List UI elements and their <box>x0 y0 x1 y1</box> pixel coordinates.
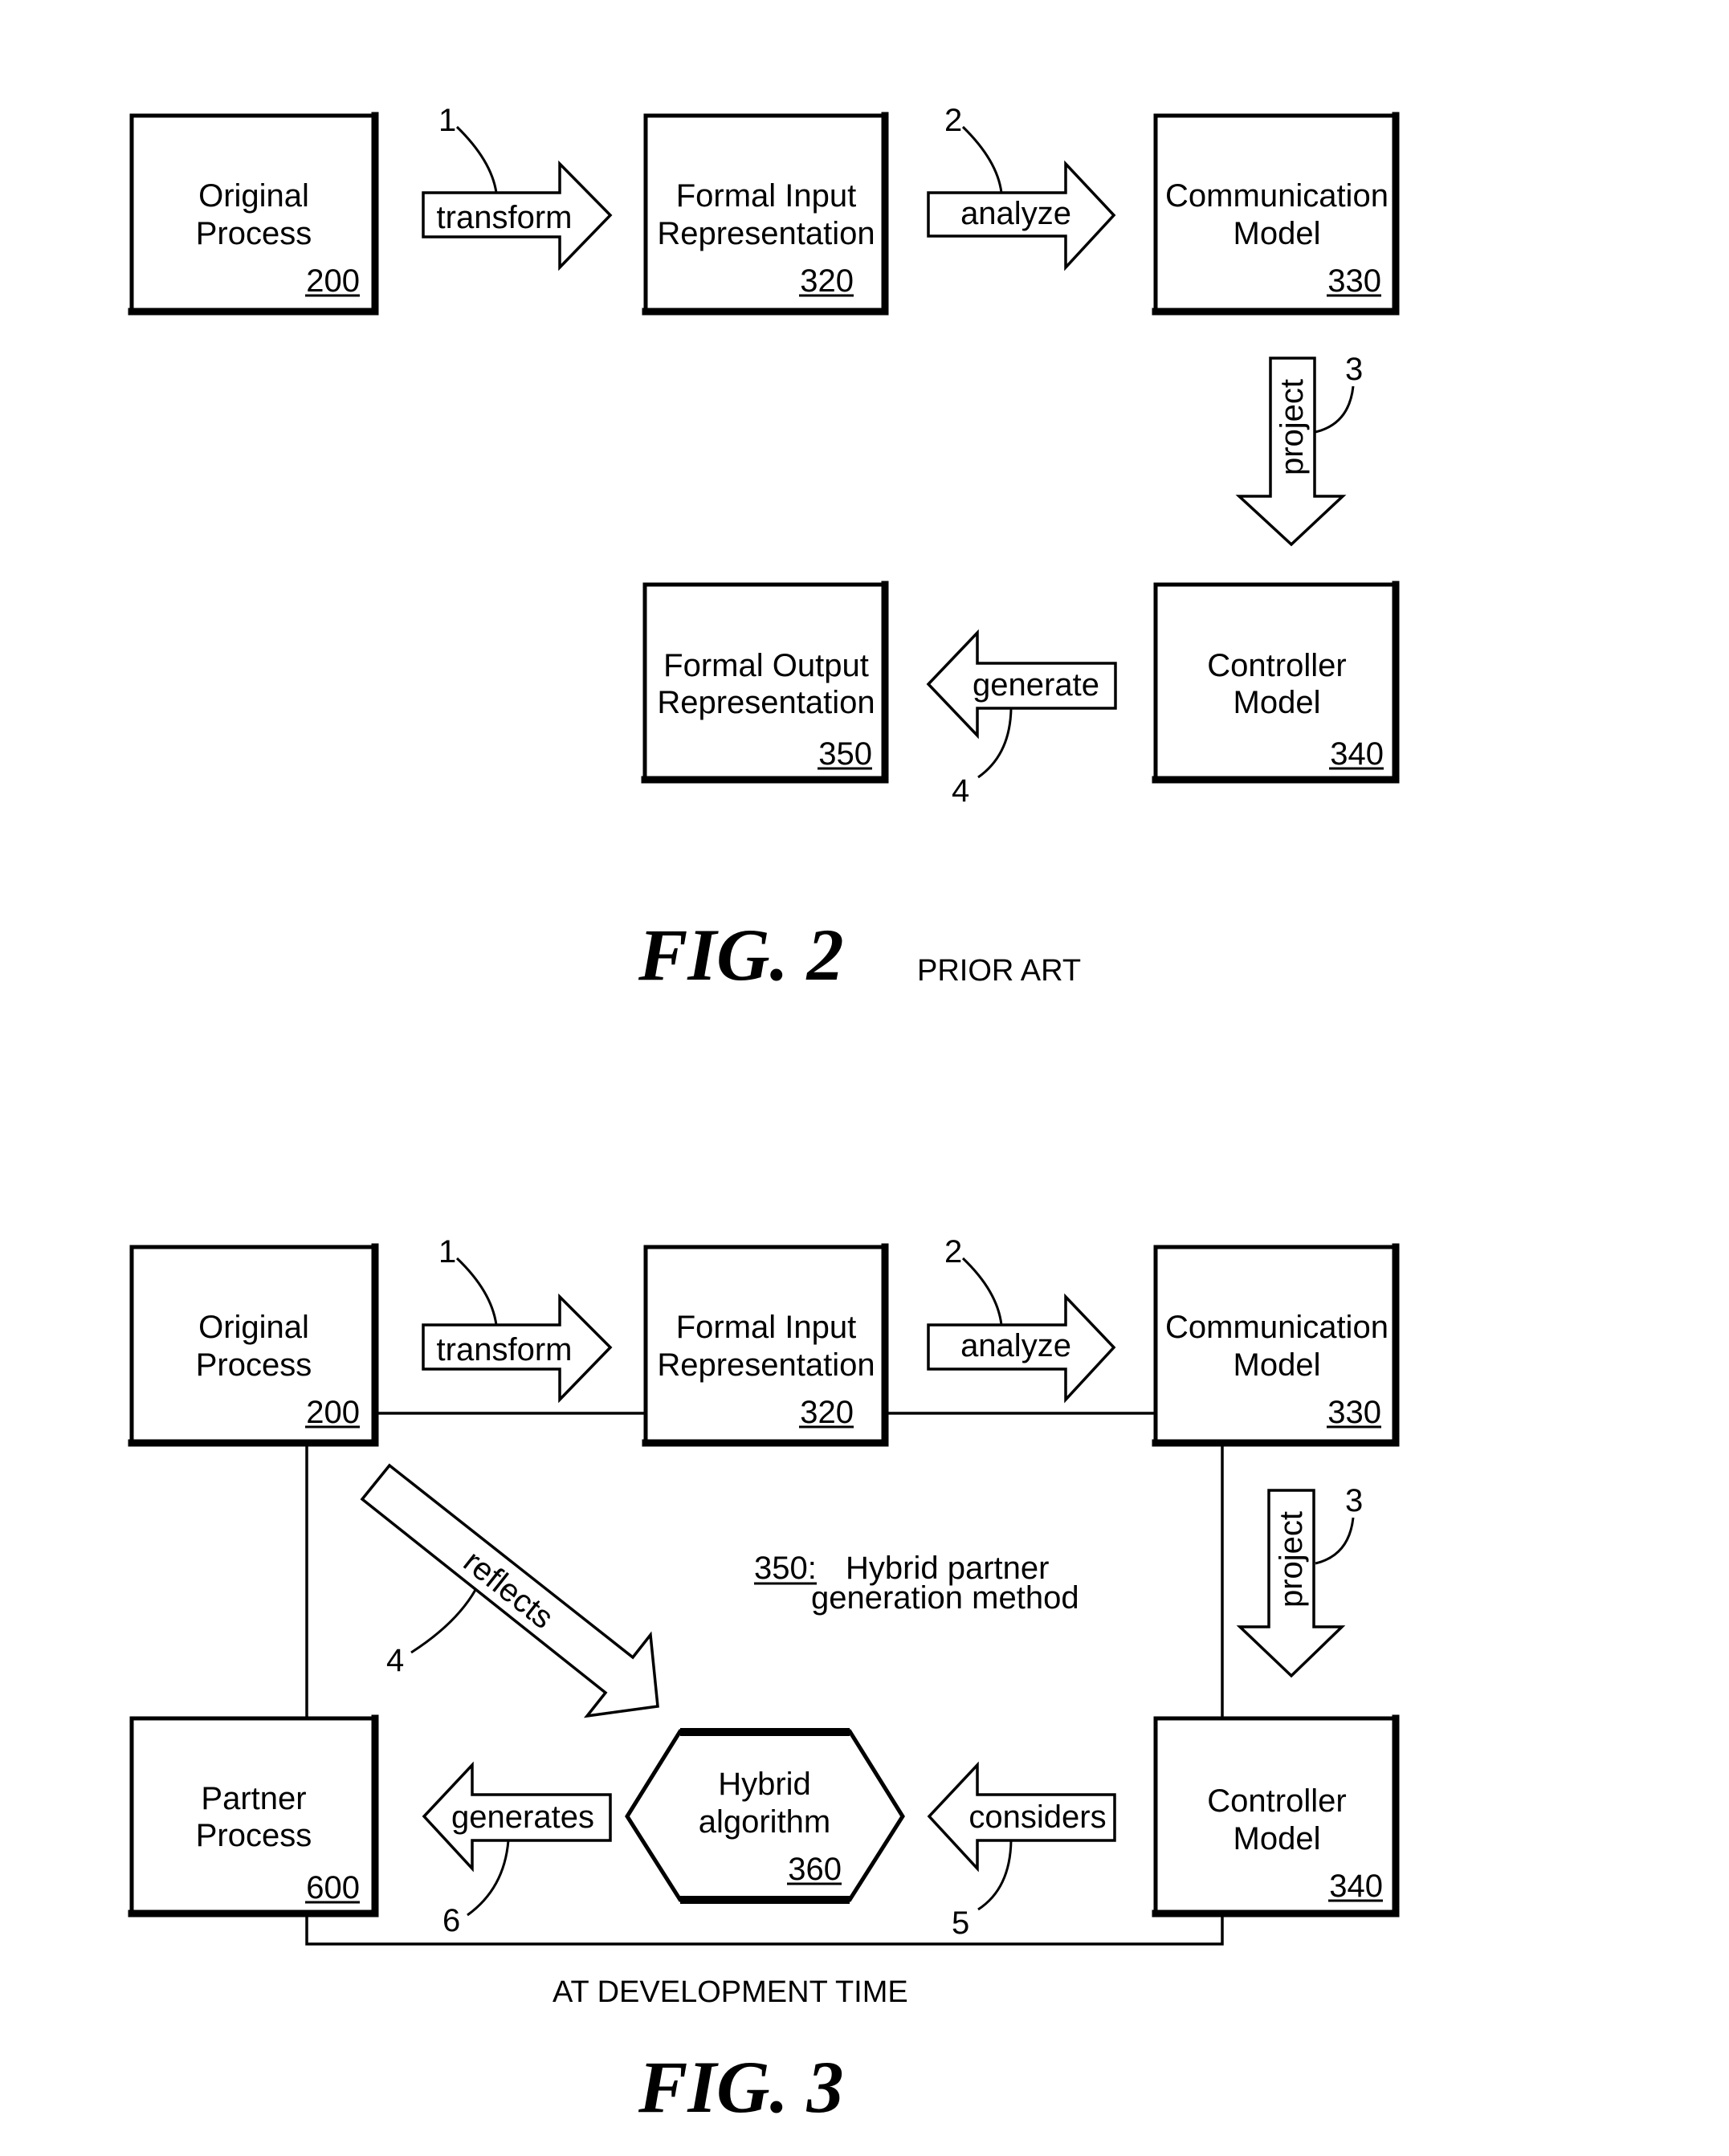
box-label-line1: Formal Input <box>676 178 857 214</box>
step-number: 4 <box>952 773 969 809</box>
figure-footer: AT DEVELOPMENT TIME <box>553 1975 908 2009</box>
box-formal-input-representation: Formal Input Representation 320 <box>642 1243 889 1447</box>
box-label-line1: Partner <box>201 1781 306 1816</box>
box-ref-number: 200 <box>306 1395 360 1430</box>
box-controller-model: Controller Model 340 <box>1152 1714 1400 1918</box>
box-original-process: Original Process 200 <box>128 112 379 316</box>
arrow-label: transform <box>437 200 573 235</box>
step-number: 2 <box>944 1234 962 1270</box>
box-ref-number: 350 <box>818 736 872 772</box>
hexagon-hybrid-algorithm: Hybrid algorithm 360 <box>625 1728 905 1904</box>
box-label-line1: Controller <box>1207 1783 1346 1819</box>
box-communication-model: Communication Model 330 <box>1152 112 1400 316</box>
arrow-label: project <box>1274 379 1310 475</box>
arrow-label: analyze <box>960 1328 1071 1363</box>
leader-line <box>410 1589 477 1654</box>
box-ref-number: 600 <box>306 1870 360 1905</box>
box-label-line1: Communication <box>1165 1310 1389 1345</box>
leader-line <box>1315 1517 1355 1565</box>
method-caption: 350: Hybrid partner generation method <box>754 1551 1079 1616</box>
arrow-label: generates <box>451 1799 594 1835</box>
arrow-transform: transform 1 <box>422 1234 613 1404</box>
leader-line <box>977 1840 1013 1911</box>
method-title-line2: generation method <box>811 1580 1079 1616</box>
figure-title: FIG. 2 <box>638 914 844 996</box>
step-number: 3 <box>1345 352 1363 387</box>
box-ref-number: 330 <box>1327 263 1381 299</box>
leader-line <box>455 125 498 194</box>
step-number: 6 <box>442 1903 460 1938</box>
arrow-label: project <box>1274 1511 1309 1608</box>
step-number: 1 <box>438 103 456 138</box>
box-ref-number: 340 <box>1329 1869 1383 1904</box>
step-number: 5 <box>952 1905 969 1941</box>
box-formal-input-representation: Formal Input Representation 320 <box>642 112 889 316</box>
leader-line <box>1315 385 1355 434</box>
box-ref-number: 200 <box>306 263 360 299</box>
box-label-line1: Controller <box>1207 648 1346 683</box>
arrow-label: analyze <box>960 196 1071 231</box>
box-label-line1: Original <box>198 178 309 214</box>
leader-line <box>977 707 1013 779</box>
box-ref-number: 340 <box>1330 736 1384 772</box>
box-controller-model: Controller Model 340 <box>1152 581 1400 784</box>
figure-title: FIG. 3 <box>638 2046 844 2128</box>
arrow-reflects: reflects 4 <box>360 1463 659 1718</box>
arrow-generate: generate 4 <box>926 629 1117 809</box>
box-label-line1: Communication <box>1165 178 1389 214</box>
box-label-line2: Process <box>196 1347 312 1383</box>
box-communication-model: Communication Model 330 <box>1152 1243 1400 1447</box>
box-formal-output-representation: Formal Output Representation 350 <box>641 581 889 784</box>
box-label-line2: Representation <box>657 216 875 251</box>
box-label-line2: Model <box>1234 1821 1321 1856</box>
box-label-line1: Formal Output <box>663 648 869 683</box>
box-label-line2: Model <box>1234 216 1321 251</box>
box-label-line2: Representation <box>657 685 875 720</box>
hexagon-label-line1: Hybrid <box>718 1767 811 1802</box>
step-number: 4 <box>386 1643 404 1678</box>
box-label-line2: Model <box>1234 1347 1321 1383</box>
leader-line <box>961 1257 1003 1326</box>
arrow-label: transform <box>437 1332 573 1367</box>
arrow-generates: generates 6 <box>422 1761 612 1938</box>
arrow-label: generate <box>973 667 1099 703</box>
box-label-line1: Original <box>198 1310 309 1345</box>
arrow-considers: considers 5 <box>927 1761 1116 1941</box>
box-label-line2: Representation <box>657 1347 875 1383</box>
arrow-analyze: analyze 2 <box>927 103 1116 271</box>
step-number: 1 <box>438 1234 456 1270</box>
box-label-line2: Process <box>196 1818 312 1853</box>
arrow-transform: transform 1 <box>422 103 613 271</box>
step-number: 2 <box>944 103 962 138</box>
step-number: 3 <box>1345 1483 1363 1518</box>
figure-2: Original Process 200 Formal Input Repres… <box>128 103 1400 996</box>
arrow-project: project 3 <box>1235 352 1363 547</box>
box-label-line1: Formal Input <box>676 1310 857 1345</box>
arrow-label: considers <box>968 1799 1106 1835</box>
hexagon-label-line2: algorithm <box>699 1804 831 1840</box>
box-label-line2: Model <box>1234 685 1321 720</box>
box-original-process: Original Process 200 <box>128 1243 379 1447</box>
box-ref-number: 330 <box>1327 1395 1381 1430</box>
box-ref-number: 320 <box>800 263 854 299</box>
arrow-project: project 3 <box>1236 1483 1363 1678</box>
arrow-analyze: analyze 2 <box>927 1234 1116 1404</box>
figure-subtitle: PRIOR ART <box>917 954 1081 988</box>
hexagon-ref-number: 360 <box>788 1852 842 1887</box>
box-label-line2: Process <box>196 216 312 251</box>
box-ref-number: 320 <box>800 1395 854 1430</box>
patent-figures: Original Process 200 Formal Input Repres… <box>128 103 1400 2128</box>
leader-line <box>961 125 1003 194</box>
method-ref-number: 350: <box>754 1551 817 1586</box>
box-partner-process: Partner Process 600 <box>128 1714 379 1918</box>
figure-3: Original Process 200 Formal Input Repres… <box>128 1234 1400 2128</box>
leader-line <box>455 1257 498 1326</box>
